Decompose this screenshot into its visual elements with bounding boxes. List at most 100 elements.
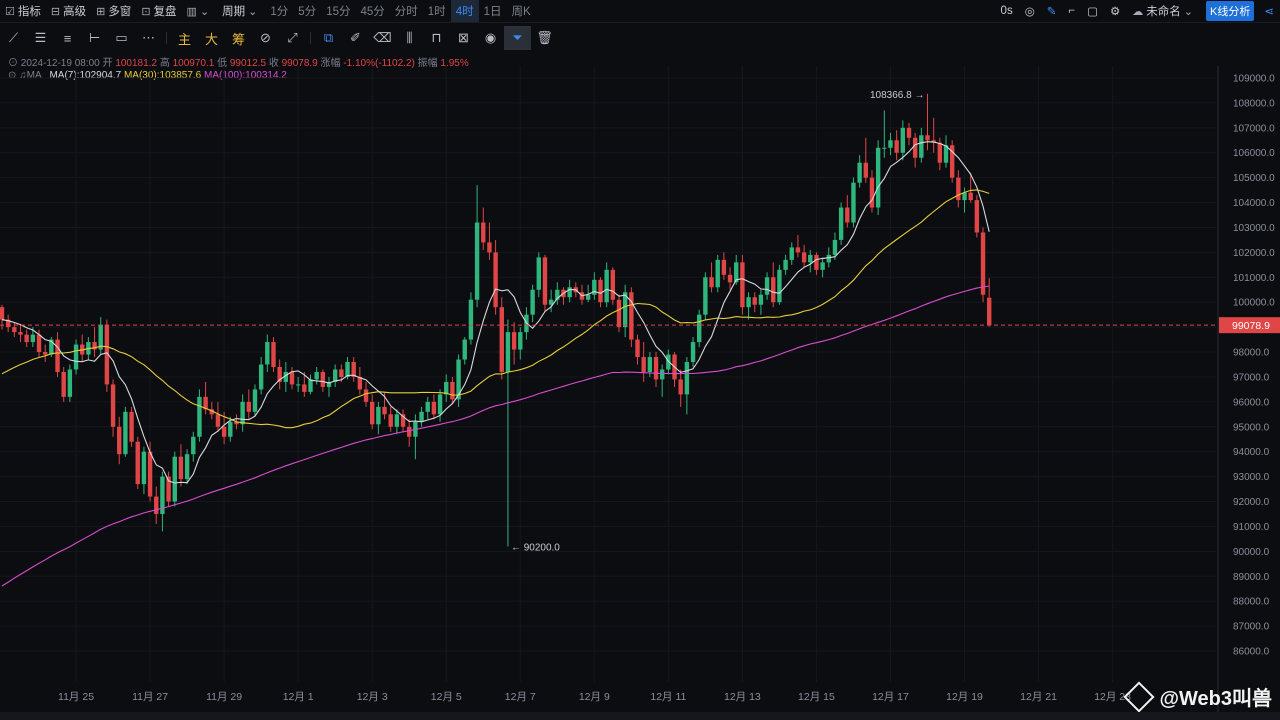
candle-body [653,357,659,380]
replay-icon: ⊡ [141,5,151,18]
candle-body [635,339,640,358]
candle-body [252,389,258,412]
brush-tool-icon[interactable]: ✐ [342,26,369,50]
cloud-save-button[interactable]: ☁ 未命名 ⌄ [1126,0,1202,22]
chips-button[interactable]: 筹 [225,26,252,50]
candle-body [869,177,875,208]
candle-body [419,411,424,422]
replay-label: 复盘 [153,6,177,18]
y-tick-label: 95000.0 [1233,422,1270,433]
x-tick-label: 11月 25 [58,691,94,703]
period-button[interactable]: 周期 ⌄ [217,0,265,22]
camera-icon[interactable]: ◎ [1019,0,1041,22]
candle-body [598,279,603,303]
candle-body [789,247,794,260]
copy-tool-icon[interactable]: ⧉ [315,26,342,50]
interval-5m[interactable]: 5分 [293,0,321,22]
settings-icon[interactable]: ⚙ [1104,0,1126,22]
interval-week[interactable]: 周K [507,0,536,22]
lock-tool-icon[interactable]: ⊓ [423,26,450,50]
hline-tool-icon[interactable]: ☰ [27,26,54,50]
multiwindow-icon: ⊞ [96,5,106,18]
parallel-tool-icon[interactable]: ≡ [54,26,81,50]
note-tool-icon[interactable]: ⊠ [450,26,477,50]
interval-45m[interactable]: 45分 [355,0,389,22]
candle-body [641,357,646,372]
eye-tool-icon[interactable]: ◉ [477,26,504,50]
magnet-tool-icon[interactable]: ⤢ [279,26,306,50]
share-icon[interactable]: ⋖ [1258,0,1280,22]
candle-body [481,222,486,243]
candle-body [814,254,819,270]
candle-body [308,379,313,392]
candle-body [178,456,184,480]
candle-body [295,384,301,386]
indicator-icon: ☑ [5,5,15,18]
candle-body [832,239,838,255]
candlestick-chart[interactable]: 86000.0 87000.0 88000.0 89000.0 90000.0 91000… [0,66,1280,712]
measure-tool-icon[interactable]: ⊘ [252,26,279,50]
delete-tool-icon[interactable]: 🗑 [531,26,558,50]
advanced-label: 高级 [63,6,87,18]
interval-15m[interactable]: 15分 [321,0,355,22]
candle-body [407,426,412,437]
candle-body [987,297,992,326]
y-tick-label: 91000.0 [1233,522,1270,533]
layout-icon[interactable]: ⌐ [1062,0,1081,22]
candle-body [974,200,980,233]
candle-body [783,259,788,270]
filter-tool-icon[interactable]: ⏷ [504,26,531,50]
candle-body [888,140,893,148]
candle-body [752,297,757,305]
candle-body [388,414,393,427]
y-tick-label: 100000.0 [1233,298,1275,309]
candle-body [147,451,153,497]
kline-analysis-button[interactable]: K线分析 [1206,1,1255,21]
bottom-bar [0,712,1280,720]
rectangle-tool-icon[interactable]: ▭ [108,26,135,50]
period-chevron-icon: ⌄ [248,5,258,18]
candle-body [746,297,751,308]
more-tools-icon[interactable]: ⋯ [135,26,162,50]
candle-body [320,371,326,387]
watermark-text: @Web3叫兽 [1159,688,1272,710]
diamond-logo-icon [1122,680,1155,713]
advanced-button[interactable]: ⊟ 高级 [46,0,91,22]
candle-tool-icon[interactable]: ⫼ [396,26,423,50]
divider [310,32,311,44]
interval-1m[interactable]: 1分 [265,0,293,22]
chart-type-button[interactable]: ▥ ⌄ [182,0,218,22]
trendline-tool-icon[interactable]: ⟋ [0,26,27,50]
pencil-icon[interactable]: ✎ [1041,0,1063,22]
candle-body [55,339,60,372]
candle-body [474,222,480,300]
y-tick-label: 87000.0 [1233,622,1270,633]
candle-body [345,362,350,377]
x-tick-label: 12月 9 [579,691,610,703]
layers-icon[interactable]: ▢ [1081,0,1104,22]
candle-body [258,364,264,390]
seconds-indicator[interactable]: 0s [995,0,1019,22]
candle-body [376,406,381,425]
candle-body [721,259,727,275]
candle-body [956,177,961,201]
y-tick-label: 98000.0 [1233,348,1270,359]
candle-icon: ▥ [186,5,197,18]
interval-timeshare[interactable]: 分时 [390,0,423,22]
main-button[interactable]: 主 [171,26,198,50]
candle-body [172,456,177,502]
ray-tool-icon[interactable]: ⊢ [81,26,108,50]
interval-1h[interactable]: 1时 [423,0,451,22]
y-tick-label: 102000.0 [1233,248,1275,259]
eraser-tool-icon[interactable]: ⌫ [369,26,396,50]
replay-button[interactable]: ⊡ 复盘 [136,0,181,22]
indicators-button[interactable]: ☑ 指标 [0,0,46,22]
multiwindow-button[interactable]: ⊞ 多窗 [91,0,136,22]
interval-4h[interactable]: 4时 [450,0,479,22]
top-toolbar: ☑ 指标 ⊟ 高级 ⊞ 多窗 ⊡ 复盘 ▥ ⌄ 周期 ⌄ 1分 5分 15分 45分 分时 … [0,0,1280,23]
candle-body [912,137,918,158]
big-button[interactable]: 大 [198,26,225,50]
period-label: 周期 [222,6,246,18]
candle-body [0,307,5,320]
interval-1d[interactable]: 1日 [479,0,507,22]
